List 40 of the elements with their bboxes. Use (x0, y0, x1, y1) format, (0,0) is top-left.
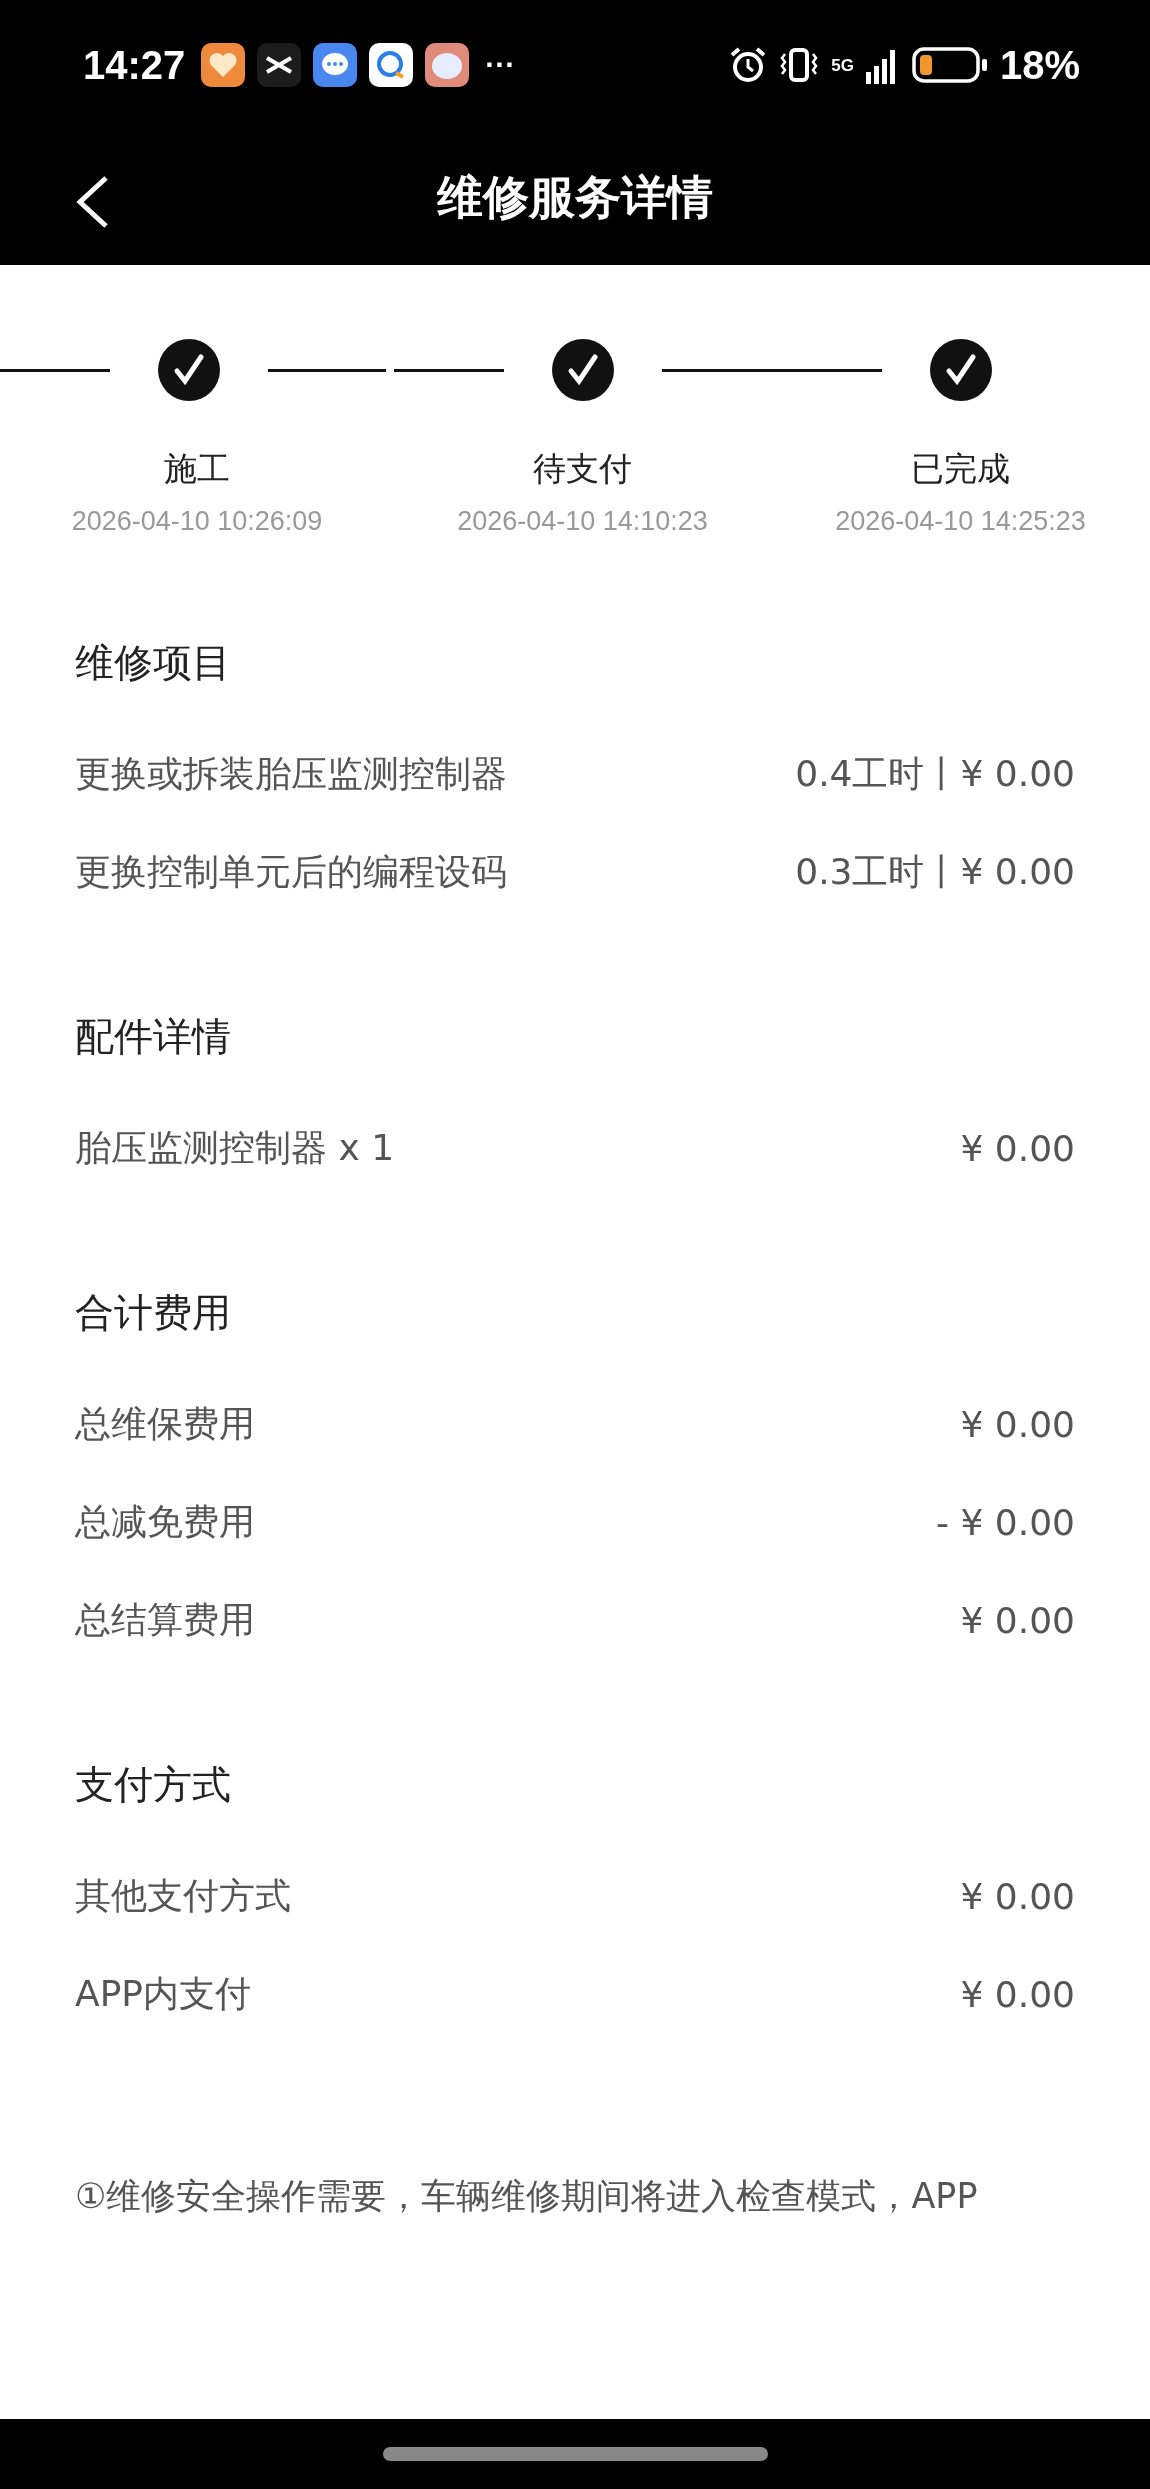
step-time: 2026-04-10 14:25:23 (835, 506, 1086, 537)
alarm-icon (729, 46, 768, 84)
safety-note: ①维修安全操作需要，车辆维修期间将进入检查模式，APP (75, 2176, 978, 2216)
message-app-icon (369, 43, 414, 87)
network-type: 5G (831, 56, 854, 74)
item-value: - ¥ 0.00 (936, 1501, 1075, 1543)
battery-icon (911, 46, 988, 84)
heart-app-icon (201, 43, 246, 87)
item-value: 0.3工时丨¥ 0.00 (795, 849, 1075, 894)
item-label: 胎压监测控制器 x 1 (75, 1125, 395, 1170)
step-label: 施工 (164, 448, 230, 490)
item-value: ¥ 0.00 (960, 1973, 1075, 2015)
step-label: 待支付 (533, 448, 632, 490)
chat-app-icon (313, 43, 358, 87)
item-value: 0.4工时丨¥ 0.00 (795, 751, 1075, 796)
item-label: 更换控制单元后的编程设码 (75, 849, 507, 894)
section-title: 维修项目 (75, 639, 232, 687)
vibrate-icon (779, 46, 820, 84)
clock-time: 14:27 (83, 42, 186, 88)
item-label: 总维保费用 (75, 1401, 255, 1446)
section-title: 支付方式 (75, 1761, 232, 1809)
section-title: 合计费用 (75, 1289, 232, 1337)
item-label: 其他支付方式 (75, 1873, 291, 1918)
item-label: 更换或拆装胎压监测控制器 (75, 751, 507, 796)
page-title: 维修服务详情 (437, 168, 713, 226)
battery-percent: 18% (999, 42, 1080, 88)
item-value: ¥ 0.00 (960, 1127, 1075, 1169)
item-value: ¥ 0.00 (960, 1875, 1075, 1917)
item-label: 总结算费用 (75, 1597, 255, 1642)
item-label: 总减免费用 (75, 1499, 255, 1544)
item-value: ¥ 0.00 (960, 1599, 1075, 1641)
section-title: 配件详情 (75, 1013, 232, 1061)
item-value: ¥ 0.00 (960, 1403, 1075, 1445)
step-time: 2026-04-10 10:26:09 (71, 506, 323, 537)
blob-app-icon (425, 43, 470, 87)
cross-app-icon (257, 43, 302, 87)
step-time: 2026-04-10 14:10:23 (457, 506, 708, 537)
item-label: APP内支付 (75, 1971, 252, 2016)
more-notifications: ··· (485, 48, 516, 82)
step-label: 已完成 (911, 448, 1010, 490)
